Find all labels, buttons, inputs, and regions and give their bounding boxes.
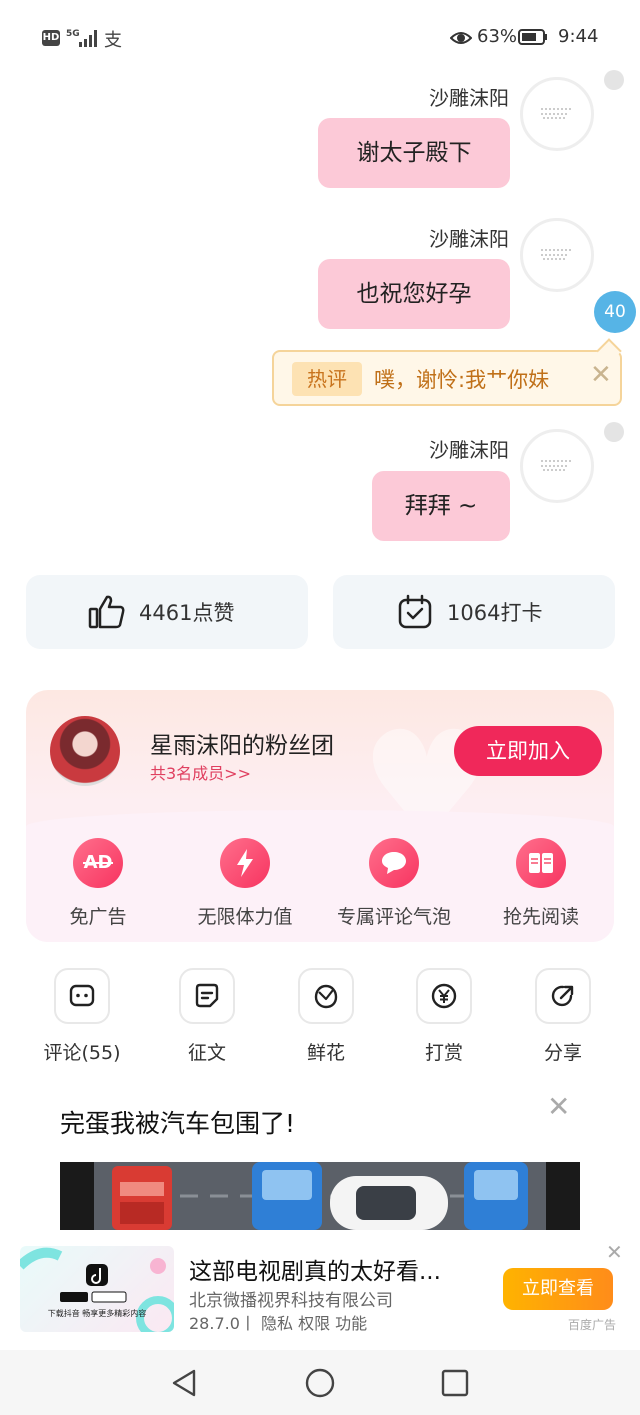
battery-icon — [518, 29, 547, 45]
fan-club-members-link[interactable]: 共3名成员>> — [150, 760, 251, 784]
essay-label: 征文 — [187, 1042, 226, 1064]
ad-banner[interactable]: 下载抖音 畅享更多精彩内容 这部电视剧真的太好看... 北京微播视界科技有限公司… — [0, 1230, 640, 1350]
share-icon — [535, 968, 591, 1024]
avatar[interactable] — [520, 77, 594, 151]
essay-button[interactable]: 征文 — [157, 968, 257, 1065]
ad-image-caption: 下载抖音 畅享更多精彩内容 — [47, 1309, 147, 1318]
avatar[interactable] — [520, 429, 594, 503]
fan-club-avatar[interactable] — [50, 716, 120, 786]
tip-button[interactable]: 打赏 — [394, 968, 494, 1065]
flower-icon — [298, 968, 354, 1024]
like-count: 4461点赞 — [139, 601, 235, 625]
comment-icon — [54, 968, 110, 1024]
perk-ad-free[interactable]: AD 免广告 — [38, 838, 158, 929]
home-icon[interactable] — [304, 1367, 336, 1399]
ad-banner-company: 北京微播视界科技有限公司 — [189, 1291, 393, 1311]
comment-count-badge[interactable]: 40 — [594, 291, 636, 333]
fan-club-card: ♥ 星雨沫阳的粉丝团 共3名成员>> 立即加入 AD 免广告 无限体力值 专属评… — [26, 690, 614, 942]
system-nav-bar — [0, 1350, 640, 1415]
status-bar: HD 5G 支 63% 9:44 — [0, 0, 640, 78]
avatar-dot — [604, 70, 624, 90]
comment-button[interactable]: 评论(55) — [32, 968, 132, 1065]
comment-bubble-icon — [369, 838, 419, 888]
share-button[interactable]: 分享 — [513, 968, 613, 1065]
message-sender: 沙雕沫阳 — [429, 86, 509, 110]
lightning-icon — [220, 838, 270, 888]
avatar[interactable] — [520, 218, 594, 292]
close-icon[interactable]: ✕ — [547, 1090, 570, 1123]
cars-illustration-icon — [60, 1162, 580, 1230]
ad-banner-title[interactable]: 这部电视剧真的太好看... — [189, 1252, 441, 1286]
flower-button[interactable]: 鲜花 — [276, 968, 376, 1065]
yen-icon — [416, 968, 472, 1024]
ad-title[interactable]: 完蛋我被汽车包围了! — [60, 1104, 295, 1140]
recents-icon[interactable] — [441, 1369, 469, 1397]
perk-label: 专属评论气泡 — [336, 906, 451, 928]
message-bubble[interactable]: 谢太子殿下 — [318, 118, 510, 188]
perk-early-read[interactable]: 抢先阅读 — [481, 838, 601, 929]
hot-comment-popup[interactable]: 热评 噗，谢怜:我艹你妹 ✕ — [272, 338, 622, 406]
back-icon[interactable] — [170, 1368, 198, 1398]
ad-source-label: 百度广告 — [568, 1318, 617, 1332]
calendar-check-icon — [398, 594, 432, 629]
checkin-count: 1064打卡 — [447, 601, 543, 625]
hd-indicator: HD — [42, 30, 60, 46]
avatar-scribble-icon — [541, 460, 573, 471]
avatar-scribble-icon — [541, 108, 573, 119]
ad-free-icon: AD — [73, 838, 123, 888]
join-button[interactable]: 立即加入 — [454, 726, 602, 776]
perk-label: 无限体力值 — [197, 906, 293, 928]
message-sender: 沙雕沫阳 — [429, 227, 509, 251]
tip-label: 打赏 — [424, 1042, 463, 1064]
message-bubble[interactable]: 也祝您好孕 — [318, 259, 510, 329]
clock: 9:44 — [558, 26, 599, 47]
perk-comment-bubble[interactable]: 专属评论气泡 — [333, 838, 455, 929]
signal-icon: 5G — [66, 29, 97, 47]
comment-label: 评论(55) — [43, 1042, 121, 1064]
avatar-scribble-icon — [541, 249, 573, 260]
fan-club-title: 星雨沫阳的粉丝团 — [150, 733, 334, 759]
message-bubble[interactable]: 拜拜 ~ — [372, 471, 510, 541]
checkin-button[interactable]: 1064打卡 — [333, 575, 615, 649]
ad-banner-meta[interactable]: 28.7.0丨 隐私 权限 功能 — [189, 1310, 367, 1334]
hot-comment-tag: 热评 — [292, 362, 362, 396]
close-icon[interactable]: ✕ — [606, 1240, 623, 1264]
eye-icon — [450, 32, 472, 44]
thumbs-up-icon — [88, 595, 125, 629]
perk-unlimited-energy[interactable]: 无限体力值 — [185, 838, 305, 929]
message-sender: 沙雕沫阳 — [429, 438, 509, 462]
ad-banner-image[interactable]: 下载抖音 畅享更多精彩内容 — [20, 1246, 174, 1332]
perk-label: 免广告 — [69, 906, 127, 928]
book-icon — [516, 838, 566, 888]
share-label: 分享 — [543, 1042, 582, 1064]
battery-percent: 63% — [477, 26, 518, 47]
tiktok-promo-icon — [20, 1247, 174, 1332]
avatar-dot — [604, 422, 624, 442]
svg-text:5G: 5G — [66, 29, 80, 39]
flower-label: 鲜花 — [306, 1042, 345, 1064]
perk-label: 抢先阅读 — [502, 906, 579, 928]
pay-icon: 支 — [104, 30, 122, 51]
essay-icon — [179, 968, 235, 1024]
close-icon[interactable]: ✕ — [590, 360, 612, 390]
like-button[interactable]: 4461点赞 — [26, 575, 308, 649]
view-now-button[interactable]: 立即查看 — [503, 1268, 613, 1310]
hot-comment-text: 噗，谢怜:我艹你妹 — [374, 368, 550, 392]
ad-game-image[interactable] — [60, 1162, 580, 1230]
